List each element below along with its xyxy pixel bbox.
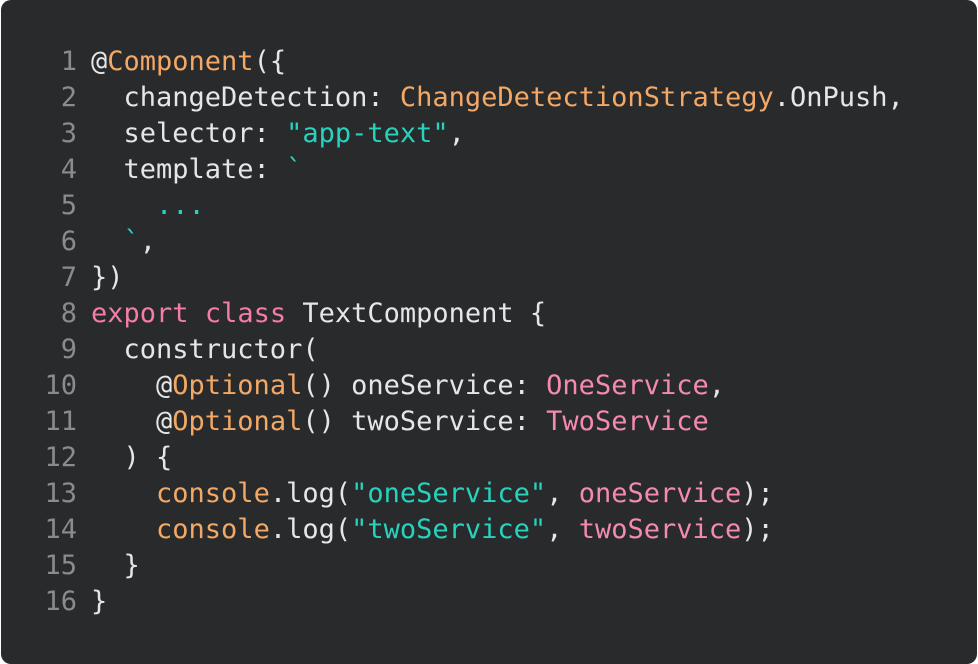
code-text: ) { (77, 440, 173, 476)
code-line: 15 } (1, 548, 977, 584)
code-token-plain: .log( (269, 478, 352, 509)
code-text: `, (77, 224, 157, 260)
code-token-plain: changeDetection: (91, 82, 400, 113)
code-line: 7}) (1, 260, 977, 296)
code-line: 1 @Component({ (1, 44, 977, 80)
code-token-plain: , (708, 370, 725, 401)
code-token-plain: }) (91, 262, 124, 293)
code-line: 16} (1, 584, 977, 620)
code-token-string: ` (91, 226, 140, 257)
code-line: 8 export class TextComponent { (1, 296, 977, 332)
line-number: 12 (44, 442, 77, 473)
code-editor: 1 @Component({2 changeDetection: ChangeDe… (1, 0, 977, 664)
code-token-type: TwoService (546, 406, 709, 437)
code-token-plain: , (546, 514, 579, 545)
code-text: } (77, 584, 107, 620)
code-token-plain: , (139, 226, 157, 257)
code-token-plain: ) { (91, 442, 173, 473)
code-token-plain: @ (91, 370, 173, 401)
code-token-plain: constructor( (91, 334, 319, 365)
code-line: 11 @Optional() twoService: TwoService (1, 404, 977, 440)
code-token-decorator: console (156, 478, 270, 509)
code-text: export class TextComponent { (77, 296, 546, 332)
line-number: 3 (60, 118, 77, 149)
line-number: 7 (60, 262, 77, 293)
code-token-decorator: Optional (172, 370, 303, 401)
code-text: @Optional() oneService: OneService, (77, 368, 725, 404)
code-token-type: oneService (578, 478, 742, 509)
code-text: }) (77, 260, 124, 296)
code-token-plain: } (91, 586, 108, 617)
line-number: 8 (60, 298, 77, 329)
code-line: 9 constructor( (1, 332, 977, 368)
code-line: 10 @Optional() oneService: OneService, (1, 368, 977, 404)
code-text: } (77, 548, 140, 584)
line-number: 9 (60, 334, 77, 365)
line-number: 15 (44, 550, 77, 581)
code-token-type: OneService (546, 370, 709, 401)
code-token-string: ` (286, 154, 303, 185)
code-line: 2 changeDetection: ChangeDetectionStrate… (1, 80, 977, 116)
code-text: changeDetection: ChangeDetectionStrategy… (77, 80, 904, 116)
line-number: 5 (60, 190, 77, 221)
line-number: 14 (44, 514, 77, 545)
code-line: 5 ... (1, 188, 977, 224)
line-number: 2 (60, 82, 77, 113)
code-token-plain: .log( (269, 514, 352, 545)
line-number: 13 (44, 478, 77, 509)
code-token-plain: .OnPush, (773, 82, 904, 113)
code-line: 3 selector: "app-text", (1, 116, 977, 152)
code-line: 12 ) { (1, 440, 977, 476)
code-token-string: ... (91, 190, 205, 221)
code-text: @Component({ (77, 44, 286, 80)
line-number: 16 (44, 586, 77, 617)
code-token-plain: ); (741, 514, 774, 545)
code-text: selector: "app-text", (77, 116, 465, 152)
code-text: constructor( (77, 332, 319, 368)
code-line: 14 console.log("twoService", twoService)… (1, 512, 977, 548)
code-token-decorator: console (156, 514, 270, 545)
code-token-string: "oneService" (351, 478, 547, 509)
code-text: template: ` (77, 152, 303, 188)
code-text: @Optional() twoService: TwoService (77, 404, 709, 440)
code-token-plain: ({ (253, 46, 287, 77)
code-line: 6 `, (1, 224, 977, 260)
code-token-plain: } (91, 550, 140, 581)
code-token-plain: template: (91, 154, 287, 185)
code-token-string: "twoService" (351, 514, 547, 545)
code-token-plain: , (448, 118, 465, 149)
code-token-plain: , (546, 478, 579, 509)
code-container: 1 @Component({2 changeDetection: ChangeDe… (1, 44, 977, 620)
code-token-decorator: Optional (172, 406, 303, 437)
code-token-string: "app-text" (286, 118, 449, 149)
code-token-decorator: ChangeDetectionStrategy (399, 82, 774, 113)
code-text: console.log("oneService", oneService); (77, 476, 774, 512)
code-token-plain: ); (741, 478, 774, 509)
code-text: ... (77, 188, 205, 224)
line-number: 10 (44, 370, 77, 401)
code-text: console.log("twoService", twoService); (77, 512, 774, 548)
code-line: 4 template: ` (1, 152, 977, 188)
code-token-plain: @ (91, 406, 173, 437)
line-number: 4 (60, 154, 77, 185)
code-token-plain: @ (91, 46, 108, 77)
code-token-plain: TextComponent { (286, 298, 547, 329)
code-token-plain: () twoService: (302, 406, 547, 437)
line-number: 11 (44, 406, 77, 437)
code-token-plain: () oneService: (302, 370, 547, 401)
code-token-decorator: Component (107, 46, 254, 77)
code-token-type: twoService (578, 514, 742, 545)
code-line: 13 console.log("oneService", oneService)… (1, 476, 977, 512)
code-token-keyword: export (91, 298, 189, 329)
line-number: 6 (60, 226, 77, 257)
code-token-plain: selector: (91, 118, 287, 149)
code-token-keyword: class (204, 298, 287, 329)
line-number: 1 (60, 46, 77, 77)
